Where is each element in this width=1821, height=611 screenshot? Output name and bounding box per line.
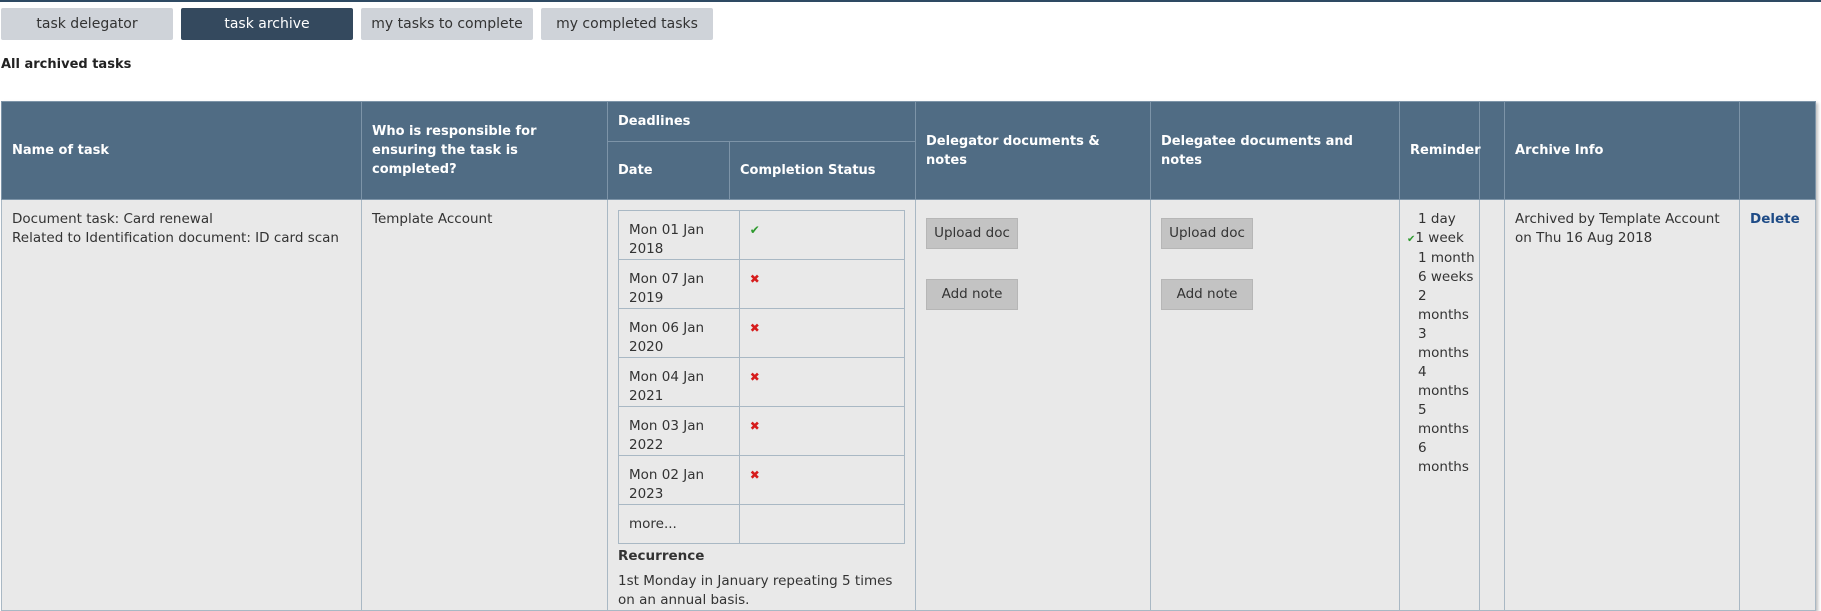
deadline-date: Mon 04 Jan 2021 bbox=[618, 357, 740, 407]
col-date: Date bbox=[607, 141, 730, 200]
reminder-option[interactable]: 2 months bbox=[1407, 287, 1477, 325]
archive-info-cell: Archived by Template Account on Thu 16 A… bbox=[1504, 199, 1741, 611]
delegator-upload-doc-button[interactable]: Upload doc bbox=[926, 218, 1019, 249]
deadline-date: Mon 03 Jan 2022 bbox=[618, 406, 740, 456]
deadlines-cell: Mon 01 Jan 2018 ✔ Mon 07 Jan 2019 ✖ Mon … bbox=[606, 199, 917, 611]
status-cell: ✖ bbox=[738, 308, 906, 358]
col-reminder: Reminder bbox=[1399, 101, 1481, 200]
deadline-row: Mon 04 Jan 2021 ✖ bbox=[618, 357, 906, 407]
status-cell-empty bbox=[738, 504, 906, 544]
col-blank bbox=[1479, 101, 1506, 200]
deadline-date: Mon 02 Jan 2023 bbox=[618, 455, 740, 505]
page-heading: All archived tasks bbox=[1, 57, 132, 72]
status-cell: ✖ bbox=[738, 259, 906, 309]
actions-cell: Delete bbox=[1739, 199, 1817, 611]
blank-cell bbox=[1479, 199, 1506, 611]
deadline-row: Mon 02 Jan 2023 ✖ bbox=[618, 455, 906, 505]
recurrence-text: 1st Monday in January repeating 5 times … bbox=[618, 573, 893, 608]
status-cell: ✔ bbox=[738, 210, 906, 260]
archived-tasks-table: Name of task Who is responsible for ensu… bbox=[1, 101, 1817, 611]
delegator-docs-cell: Upload doc Add note bbox=[915, 199, 1152, 611]
deadlines-table: Mon 01 Jan 2018 ✔ Mon 07 Jan 2019 ✖ Mon … bbox=[618, 210, 906, 544]
task-related: Related to Identification document: ID c… bbox=[12, 230, 339, 246]
recurrence-label: Recurrence bbox=[618, 548, 705, 564]
archived-by: Archived by Template Account bbox=[1515, 211, 1720, 227]
reminder-option[interactable]: 6 months bbox=[1407, 439, 1477, 477]
tab-my-tasks-to-complete[interactable]: my tasks to complete bbox=[361, 8, 533, 40]
col-delegator-docs: Delegator documents & notes bbox=[915, 101, 1152, 200]
reminder-option[interactable]: 6 weeks bbox=[1407, 268, 1477, 287]
task-name-cell: Document task: Card renewal Related to I… bbox=[1, 199, 362, 611]
status-cell: ✖ bbox=[738, 357, 906, 407]
reminder-option[interactable]: 1 month bbox=[1407, 249, 1477, 268]
tab-my-completed-tasks[interactable]: my completed tasks bbox=[541, 8, 713, 40]
archived-on: on Thu 16 Aug 2018 bbox=[1515, 230, 1653, 246]
reminder-option[interactable]: 4 months bbox=[1407, 363, 1477, 401]
delegator-add-note-button[interactable]: Add note bbox=[926, 279, 1019, 310]
reminder-option-selected[interactable]: ✔1 week bbox=[1407, 229, 1477, 249]
deadline-row: Mon 01 Jan 2018 ✔ bbox=[618, 210, 906, 260]
cross-icon: ✖ bbox=[749, 468, 760, 482]
reminder-cell: 1 day ✔1 week 1 month 6 weeks 2 months 3… bbox=[1399, 199, 1481, 611]
table-row: Document task: Card renewal Related to I… bbox=[1, 199, 1817, 611]
tab-bar: task delegator task archive my tasks to … bbox=[1, 8, 713, 40]
top-divider bbox=[0, 0, 1821, 2]
reminder-option[interactable]: 5 months bbox=[1407, 401, 1477, 439]
col-actions bbox=[1739, 101, 1817, 200]
more-link[interactable]: more... bbox=[618, 504, 740, 544]
delegatee-docs-cell: Upload doc Add note bbox=[1150, 199, 1401, 611]
deadline-date: Mon 01 Jan 2018 bbox=[618, 210, 740, 260]
cross-icon: ✖ bbox=[749, 370, 760, 384]
col-delegatee-docs: Delegatee documents and notes bbox=[1150, 101, 1401, 200]
col-completion-status: Completion Status bbox=[728, 141, 917, 200]
status-cell: ✖ bbox=[738, 455, 906, 505]
cross-icon: ✖ bbox=[749, 272, 760, 286]
tab-task-delegator[interactable]: task delegator bbox=[1, 8, 173, 40]
reminder-option-label: 1 week bbox=[1415, 230, 1464, 246]
cross-icon: ✖ bbox=[749, 419, 760, 433]
deadline-row: Mon 07 Jan 2019 ✖ bbox=[618, 259, 906, 309]
tab-task-archive[interactable]: task archive bbox=[181, 8, 353, 40]
col-name-of-task: Name of task bbox=[1, 101, 362, 200]
reminder-option[interactable]: 1 day bbox=[1407, 210, 1477, 229]
delegatee-upload-doc-button[interactable]: Upload doc bbox=[1161, 218, 1254, 249]
cross-icon: ✖ bbox=[749, 321, 760, 335]
delegatee-add-note-button[interactable]: Add note bbox=[1161, 279, 1254, 310]
task-title: Document task: Card renewal bbox=[12, 211, 213, 227]
reminder-option[interactable]: 3 months bbox=[1407, 325, 1477, 363]
delete-link[interactable]: Delete bbox=[1750, 211, 1800, 227]
col-deadlines: Deadlines bbox=[606, 101, 917, 142]
col-archive-info: Archive Info bbox=[1504, 101, 1741, 200]
deadline-row: Mon 03 Jan 2022 ✖ bbox=[618, 406, 906, 456]
deadline-date: Mon 06 Jan 2020 bbox=[618, 308, 740, 358]
col-responsible: Who is responsible for ensuring the task… bbox=[361, 101, 608, 200]
responsible-cell: Template Account bbox=[361, 199, 608, 611]
status-cell: ✖ bbox=[738, 406, 906, 456]
deadline-row: more... bbox=[618, 504, 906, 544]
deadline-row: Mon 06 Jan 2020 ✖ bbox=[618, 308, 906, 358]
deadline-date: Mon 07 Jan 2019 bbox=[618, 259, 740, 309]
check-icon: ✔ bbox=[749, 223, 760, 237]
